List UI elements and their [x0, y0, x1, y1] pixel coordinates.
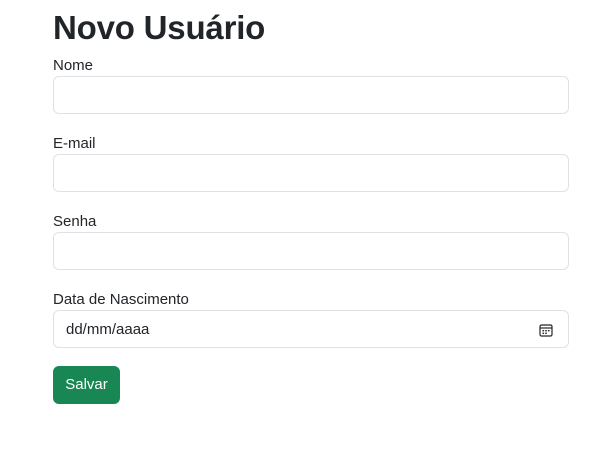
email-input[interactable]	[53, 154, 569, 192]
birthdate-placeholder: dd/mm/aaaa	[66, 321, 150, 338]
calendar-icon[interactable]	[539, 323, 553, 337]
password-input[interactable]	[53, 232, 569, 270]
save-button[interactable]: Salvar	[53, 366, 120, 404]
birthdate-input[interactable]: dd/mm/aaaa	[53, 310, 569, 348]
page: Novo Usuário Nome E-mail Senha Data de N…	[0, 0, 613, 457]
email-field-group: E-mail	[53, 135, 569, 192]
email-label: E-mail	[53, 135, 96, 152]
user-form-container: Novo Usuário Nome E-mail Senha Data de N…	[53, 0, 569, 404]
name-field-group: Nome	[53, 57, 569, 114]
birthdate-label: Data de Nascimento	[53, 291, 189, 308]
page-title: Novo Usuário	[53, 9, 266, 46]
name-input[interactable]	[53, 76, 569, 114]
name-label: Nome	[53, 57, 94, 74]
password-label: Senha	[53, 213, 97, 230]
password-field-group: Senha	[53, 213, 569, 270]
birthdate-field-group: Data de Nascimento dd/mm/aaaa	[53, 291, 569, 348]
